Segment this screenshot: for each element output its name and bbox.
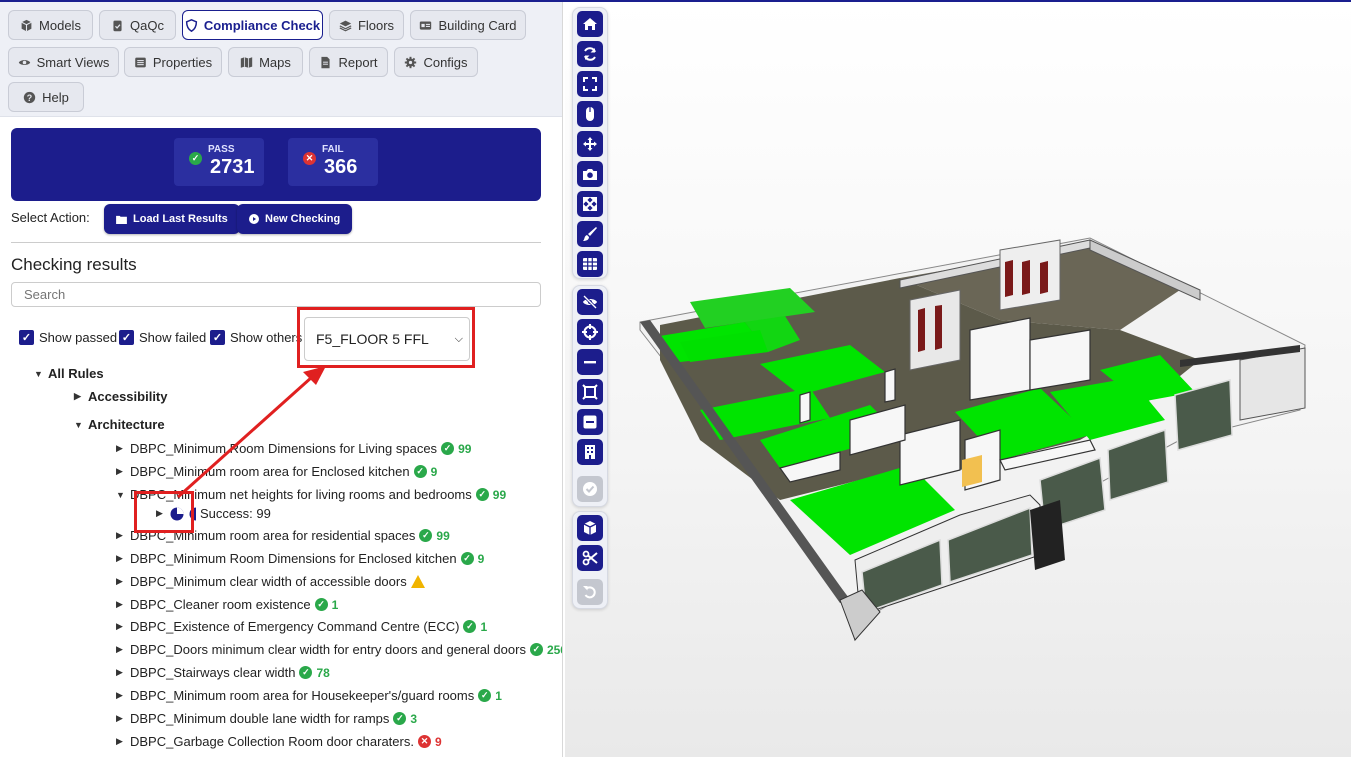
hide-button[interactable] xyxy=(577,289,603,315)
viewer-toolbar-visibility xyxy=(572,285,608,507)
brush-icon xyxy=(583,227,597,241)
model-button[interactable] xyxy=(577,515,603,541)
fit-view-button[interactable] xyxy=(577,71,603,97)
scissors-icon xyxy=(582,550,598,566)
building-icon xyxy=(585,445,595,459)
cut-button[interactable] xyxy=(577,545,603,571)
confirm-button[interactable] xyxy=(577,476,603,502)
viewer-toolbar-tools xyxy=(572,511,608,609)
minimize-button[interactable] xyxy=(577,349,603,375)
sync-button[interactable] xyxy=(577,41,603,67)
camera-icon xyxy=(583,169,597,180)
cube-icon xyxy=(583,521,597,535)
box-select-icon xyxy=(582,384,598,400)
eye-slash-icon xyxy=(582,294,598,310)
sync-icon xyxy=(584,47,596,61)
mouse-mode-button[interactable] xyxy=(577,101,603,127)
paint-button[interactable] xyxy=(577,221,603,247)
undo-button[interactable] xyxy=(577,579,603,605)
home-button[interactable] xyxy=(577,11,603,37)
minus-icon xyxy=(584,361,596,364)
grid-icon xyxy=(583,258,597,270)
viewer-toolbar-main xyxy=(572,7,608,279)
grid-button[interactable] xyxy=(577,251,603,277)
screenshot-button[interactable] xyxy=(577,161,603,187)
minus-square-icon xyxy=(583,415,597,429)
mouse-icon xyxy=(586,107,594,121)
crosshair-icon xyxy=(582,324,598,340)
expand-button[interactable] xyxy=(577,191,603,217)
expand-icon xyxy=(583,197,597,211)
3d-viewer[interactable] xyxy=(565,2,1351,757)
focus-button[interactable] xyxy=(577,319,603,345)
collapse-button[interactable] xyxy=(577,409,603,435)
home-icon xyxy=(583,18,597,30)
pan-button[interactable] xyxy=(577,131,603,157)
check-circle-icon xyxy=(583,482,597,496)
building-model[interactable] xyxy=(565,2,1351,757)
building-button[interactable] xyxy=(577,439,603,465)
fit-view-icon xyxy=(583,77,597,91)
section-box-button[interactable] xyxy=(577,379,603,405)
pan-icon xyxy=(583,137,597,151)
undo-icon xyxy=(583,586,596,599)
